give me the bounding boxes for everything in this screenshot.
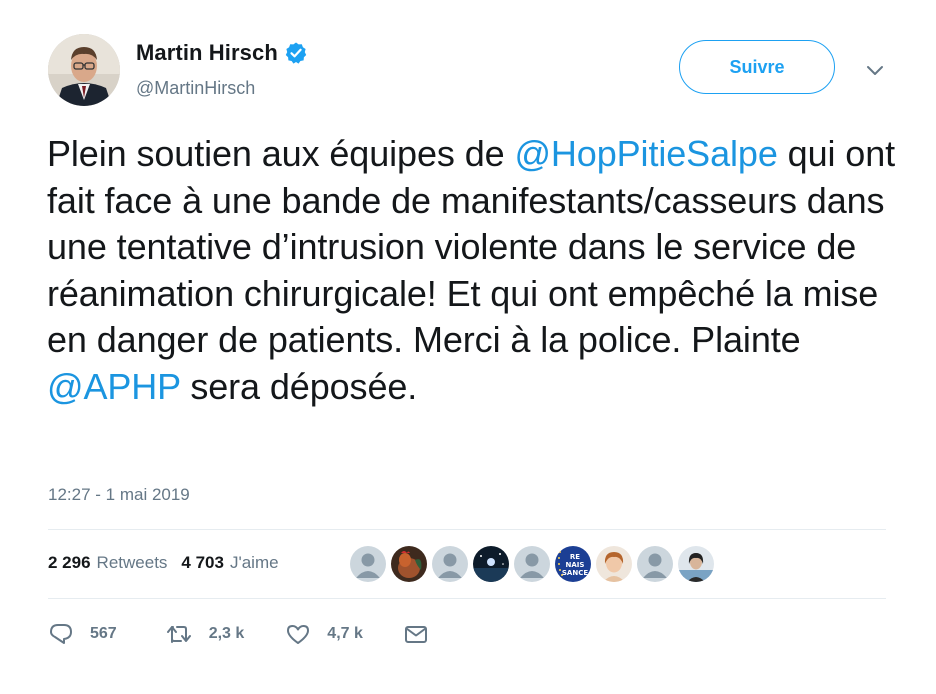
tweet-text: Plein soutien aux équipes de @HopPitieSa… — [47, 131, 907, 410]
reply-button[interactable]: 567 — [48, 622, 117, 646]
reply-count: 567 — [90, 625, 117, 642]
tweet-timestamp[interactable]: 12:27 - 1 mai 2019 — [48, 485, 190, 505]
tweet-stats: 2 296 Retweets 4 703 J'aime — [48, 553, 293, 573]
tweet-text-segment: sera déposée. — [180, 365, 418, 407]
direct-message-button[interactable] — [403, 622, 429, 646]
liker-avatar[interactable] — [637, 546, 673, 582]
likes-stat[interactable]: 4 703 J'aime — [181, 553, 278, 573]
tweet-actions: 567 2,3 k 4,7 k — [48, 622, 429, 646]
chevron-down-icon[interactable] — [864, 62, 886, 80]
tweet-text-segment: Plein soutien aux équipes de — [47, 133, 515, 174]
author-display-name[interactable]: Martin Hirsch — [136, 40, 278, 66]
renaissance-logo-text: SANCE — [562, 569, 588, 577]
author-avatar[interactable] — [48, 34, 120, 106]
likes-count: 4 703 — [181, 553, 224, 572]
verified-badge-icon — [284, 41, 308, 65]
divider — [48, 529, 886, 530]
retweet-icon — [165, 622, 193, 646]
likes-label: J'aime — [229, 553, 279, 572]
liker-avatar[interactable] — [473, 546, 509, 582]
liker-avatar[interactable] — [678, 546, 714, 582]
liker-avatar[interactable] — [391, 546, 427, 582]
retweet-button[interactable]: 2,3 k — [165, 622, 245, 646]
renaissance-logo-text: NAIS — [566, 561, 585, 569]
liker-avatar-renaissance[interactable]: RE NAIS SANCE — [555, 546, 591, 582]
author-name-line: Martin Hirsch — [136, 40, 308, 66]
mention-link-hoppitiesalpe[interactable]: @HopPitieSalpe — [514, 133, 777, 174]
like-button[interactable]: 4,7 k — [285, 622, 363, 646]
liker-avatars: RE NAIS SANCE — [350, 546, 714, 582]
tweet-card: Martin Hirsch @MartinHirsch Suivre Plein… — [0, 0, 936, 694]
retweet-count: 2,3 k — [208, 625, 245, 642]
heart-icon — [285, 622, 311, 646]
liker-avatar[interactable] — [514, 546, 550, 582]
liker-avatar[interactable] — [596, 546, 632, 582]
liker-avatar[interactable] — [432, 546, 468, 582]
renaissance-logo-text: RE — [570, 553, 580, 561]
retweets-stat[interactable]: 2 296 Retweets — [48, 553, 167, 573]
mention-link-aphp[interactable]: @APHP — [47, 366, 181, 407]
author-handle[interactable]: @MartinHirsch — [136, 78, 255, 99]
liker-avatar[interactable] — [350, 546, 386, 582]
reply-icon — [48, 622, 74, 646]
envelope-icon — [403, 622, 429, 646]
retweets-label: Retweets — [96, 553, 168, 572]
retweets-count: 2 296 — [48, 553, 91, 572]
divider — [48, 598, 886, 599]
like-count: 4,7 k — [327, 625, 363, 642]
follow-button[interactable]: Suivre — [679, 40, 835, 94]
